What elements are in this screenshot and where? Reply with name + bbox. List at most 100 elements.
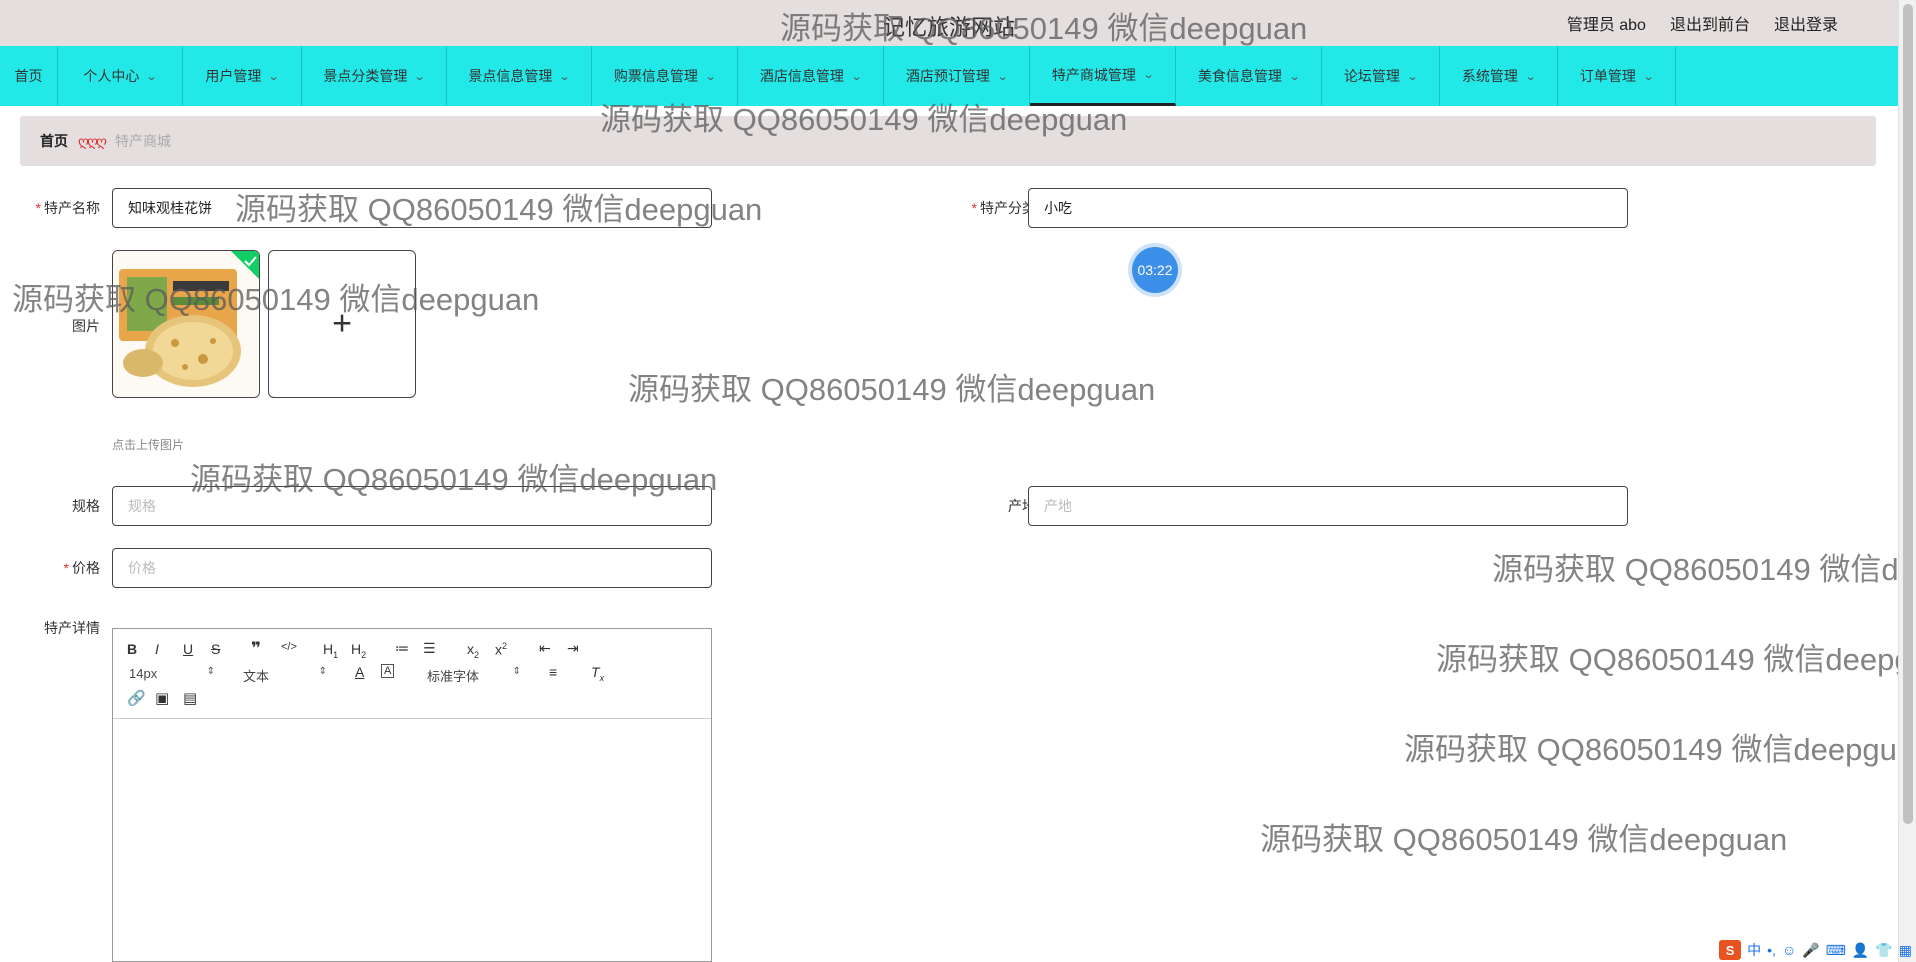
video-icon[interactable]: ▤ (183, 689, 197, 707)
image-upload-button[interactable]: + (268, 250, 416, 398)
rich-text-editor: B I U S ❞ </> H1 H2 ≔ ☰ x2 x2 ⇤ ⇥ 14px ⇕ … (112, 628, 712, 962)
nav-item-personal[interactable]: 个人中心 ⌄ (58, 46, 183, 106)
italic-icon[interactable]: I (155, 641, 159, 657)
breadcrumb-current: 特产商城 (115, 133, 172, 149)
chevron-down-icon: ⌄ (704, 70, 717, 83)
nav-item-label: 用户管理 (205, 68, 262, 84)
font-family-select[interactable]: 标准字体 ⇕ (427, 666, 521, 685)
nav-item-hotel-booking[interactable]: 酒店预订管理 ⌄ (884, 46, 1030, 106)
nav-item-label: 景点分类管理 (323, 68, 408, 84)
chevron-down-icon: ⌄ (146, 70, 158, 83)
chevron-down-icon: ⌄ (1142, 69, 1155, 81)
underline-icon[interactable]: U (183, 641, 193, 657)
heading2-icon[interactable]: H2 (351, 641, 366, 660)
keyboard-icon[interactable]: ⌨ (1826, 942, 1846, 959)
nav-item-users[interactable]: 用户管理 ⌄ (183, 46, 302, 106)
indent-icon[interactable]: ⇥ (567, 640, 579, 657)
nav-item-label: 个人中心 (83, 68, 140, 84)
nav-item-label: 酒店信息管理 (759, 68, 844, 84)
current-user-label: 管理员 abo (1566, 17, 1646, 34)
strike-icon[interactable]: S (211, 641, 220, 657)
grid-icon[interactable]: ▦ (1899, 942, 1912, 959)
bold-icon[interactable]: B (127, 641, 137, 657)
category-label: * 特产分类 (971, 200, 1036, 216)
nav-item-forum[interactable]: 论坛管理 ⌄ (1322, 46, 1440, 106)
skin-icon[interactable]: 👕 (1875, 942, 1892, 959)
updown-arrow-icon: ⇕ (206, 666, 215, 677)
superscript-icon[interactable]: x2 (495, 641, 507, 658)
ime-mode-label[interactable]: 中 (1747, 940, 1761, 960)
image-icon[interactable]: ▣ (155, 689, 169, 707)
chevron-down-icon: ⌄ (996, 70, 1009, 83)
scrollbar-thumb[interactable] (1903, 4, 1913, 824)
editor-toolbar: B I U S ❞ </> H1 H2 ≔ ☰ x2 x2 ⇤ ⇥ 14px ⇕ … (113, 629, 711, 719)
bullet-list-icon[interactable]: ☰ (423, 640, 436, 657)
chevron-down-icon: ⌄ (1288, 70, 1301, 83)
subscript-icon[interactable]: x2 (467, 641, 479, 660)
spec-label: 规格 (72, 498, 100, 514)
nav-item-orders[interactable]: 订单管理 ⌄ (1558, 46, 1676, 106)
heading1-icon[interactable]: H1 (323, 641, 338, 660)
nav-item-hotel-info[interactable]: 酒店信息管理 ⌄ (738, 46, 884, 106)
chevron-down-icon: ⌄ (1524, 70, 1537, 83)
product-image (113, 251, 259, 397)
chevron-down-icon: ⌄ (1406, 70, 1419, 83)
font-color-icon[interactable]: A (355, 664, 364, 680)
nav-item-system[interactable]: 系统管理 ⌄ (1440, 46, 1558, 106)
origin-input[interactable]: 产地 (1028, 486, 1628, 526)
align-icon[interactable]: ≡ (549, 664, 557, 680)
nav-item-label: 特产商城管理 (1051, 66, 1136, 83)
ordered-list-icon[interactable]: ≔ (395, 640, 409, 657)
user-icon[interactable]: 👤 (1852, 942, 1869, 959)
breadcrumb-home[interactable]: 首页 (40, 131, 68, 151)
nav-item-specialty-mall[interactable]: 特产商城管理 ⌄ (1030, 46, 1176, 106)
sogou-logo-icon: S (1719, 940, 1742, 960)
nav-item-label: 购票信息管理 (613, 68, 698, 84)
specialty-form: * 特产名称 知味观桂花饼 * 特产分类 小吃 图片 + 点击上传图片 03:22 … (20, 176, 1876, 962)
code-block-icon[interactable]: </> (281, 641, 297, 653)
category-input[interactable]: 小吃 (1028, 188, 1628, 228)
nav-item-ticket[interactable]: 购票信息管理 ⌄ (592, 46, 738, 106)
chevron-down-icon: ⌄ (850, 70, 863, 83)
origin-label: 产地 (1008, 498, 1036, 514)
name-input[interactable]: 知味观桂花饼 (112, 188, 712, 228)
block-type-select[interactable]: 文本 ⇕ (243, 666, 327, 685)
price-label: * 价格 (63, 560, 100, 576)
logout-link[interactable]: 退出登录 (1774, 11, 1838, 35)
breadcrumb-separator: ღღღ (78, 132, 107, 149)
nav-item-home[interactable]: 首页 (0, 46, 58, 106)
outdent-icon[interactable]: ⇤ (539, 640, 551, 657)
font-size-select[interactable]: 14px ⇕ (129, 666, 215, 681)
blockquote-icon[interactable]: ❞ (251, 639, 261, 659)
nav-item-label: 论坛管理 (1343, 68, 1400, 84)
nav-item-spot-info[interactable]: 景点信息管理 ⌄ (447, 46, 592, 106)
top-header: 记忆旅游网站 管理员 abo 退出到前台 退出登录 (0, 0, 1898, 46)
clear-format-icon[interactable]: Tx (591, 664, 604, 683)
microphone-icon[interactable]: 🎤 (1802, 942, 1819, 959)
nav-item-label: 酒店预订管理 (905, 68, 990, 84)
background-color-icon[interactable]: A (381, 664, 395, 678)
nav-item-label: 系统管理 (1461, 68, 1518, 84)
nav-item-label: 景点信息管理 (468, 68, 553, 84)
upload-hint: 点击上传图片 (112, 438, 185, 452)
name-label: * 特产名称 (35, 200, 100, 216)
ime-punct-label[interactable]: •, (1767, 942, 1776, 958)
updown-arrow-icon: ⇕ (318, 666, 327, 677)
spec-input[interactable]: 规格 (112, 486, 712, 526)
top-actions: 管理员 abo 退出到前台 退出登录 (1567, 11, 1838, 35)
front-site-link[interactable]: 退出到前台 (1670, 11, 1750, 35)
page-scrollbar[interactable] (1898, 0, 1916, 962)
link-icon[interactable]: 🔗 (127, 689, 146, 707)
nav-item-spot-category[interactable]: 景点分类管理 ⌄ (302, 46, 447, 106)
uploaded-image-thumbnail[interactable] (112, 250, 260, 398)
chevron-down-icon: ⌄ (414, 70, 426, 83)
image-label: 图片 (72, 318, 100, 334)
nav-item-label: 美食信息管理 (1197, 68, 1282, 84)
emoji-icon[interactable]: ☺ (1782, 942, 1796, 958)
editor-content-area[interactable] (113, 719, 711, 961)
price-input[interactable]: 价格 (112, 548, 712, 588)
nav-item-food[interactable]: 美食信息管理 ⌄ (1176, 46, 1322, 106)
chevron-down-icon: ⌄ (268, 70, 280, 83)
ime-toolbar: S 中 •, ☺ 🎤 ⌨ 👤 👕 ▦ (1719, 938, 1912, 962)
nav-item-label: 首页 (14, 68, 43, 84)
